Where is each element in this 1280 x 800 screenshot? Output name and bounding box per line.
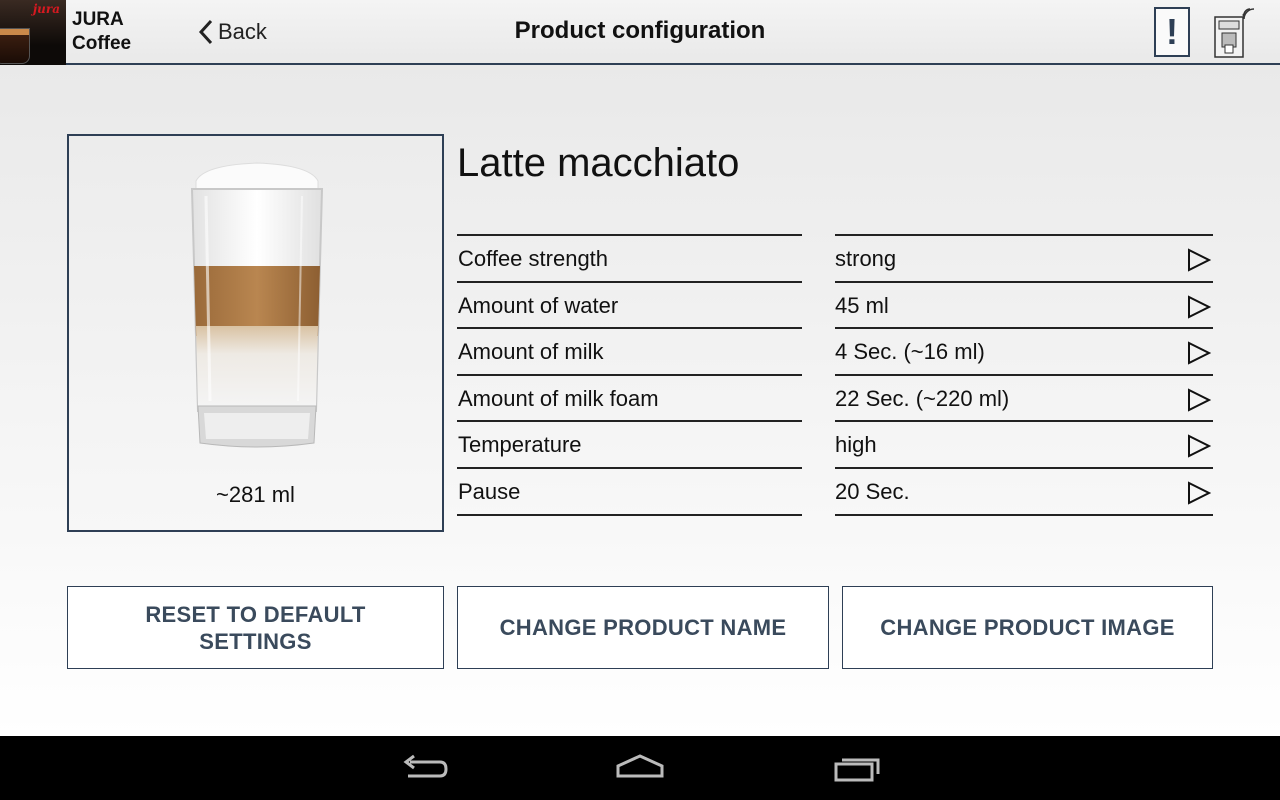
- coffee-machine-connection-button[interactable]: [1210, 5, 1258, 59]
- play-arrow-icon: [1188, 248, 1211, 272]
- setting-label: Coffee strength: [457, 234, 802, 281]
- reset-label-line1: RESET TO DEFAULT: [145, 601, 366, 627]
- alert-button[interactable]: !: [1154, 7, 1190, 57]
- exclamation-icon: !: [1166, 11, 1178, 52]
- play-arrow-icon: [1188, 388, 1211, 412]
- coffee-machine-wifi-icon: [1214, 8, 1255, 58]
- setting-value-selector[interactable]: 4 Sec. (~16 ml): [835, 327, 1213, 374]
- app-name: JURA Coffee: [72, 8, 131, 56]
- system-navigation-bar: [0, 736, 1280, 800]
- product-name: Latte macchiato: [457, 141, 740, 185]
- setting-label: Pause: [457, 466, 802, 514]
- play-arrow-icon: [1188, 294, 1211, 319]
- setting-value: 20 Sec.: [835, 478, 910, 504]
- setting-value: strong: [835, 246, 897, 271]
- setting-value: 45 ml: [835, 292, 889, 318]
- setting-row-temperature: Temperature high: [457, 420, 1213, 467]
- setting-label: Amount of milk foam: [457, 373, 802, 421]
- recent-apps-icon[interactable]: [832, 752, 884, 786]
- setting-value: high: [835, 432, 877, 458]
- setting-value-selector[interactable]: 20 Sec.: [835, 466, 1213, 514]
- reset-to-default-button[interactable]: RESET TO DEFAULT SETTINGS: [67, 586, 444, 669]
- chevron-left-icon: [198, 19, 213, 45]
- back-button[interactable]: Back: [198, 17, 267, 47]
- setting-row-pause: Pause 20 Sec.: [457, 466, 1213, 514]
- change-product-image-button[interactable]: CHANGE PRODUCT IMAGE: [842, 586, 1213, 669]
- setting-value: 22 Sec. (~220 ml): [835, 385, 1010, 411]
- settings-list: Coffee strength strong Amount of water 4…: [457, 234, 1213, 516]
- home-icon[interactable]: [614, 752, 666, 786]
- back-icon[interactable]: [400, 752, 448, 786]
- reset-label-line2: SETTINGS: [199, 628, 312, 654]
- app-header: jura JURA Coffee Back Product configurat…: [0, 0, 1280, 65]
- setting-value: 4 Sec. (~16 ml): [835, 339, 985, 365]
- setting-row-coffee-strength: Coffee strength strong: [457, 234, 1213, 281]
- setting-row-amount-of-milk: Amount of milk 4 Sec. (~16 ml): [457, 327, 1213, 374]
- setting-value-selector[interactable]: strong: [835, 234, 1213, 281]
- product-volume: ~281 ml: [216, 482, 295, 507]
- app-name-line2: Coffee: [72, 33, 132, 54]
- setting-row-amount-of-milk-foam: Amount of milk foam 22 Sec. (~220 ml): [457, 373, 1213, 421]
- back-label: Back: [218, 19, 267, 44]
- play-arrow-icon: [1188, 341, 1211, 365]
- setting-value-selector[interactable]: 45 ml: [835, 280, 1213, 328]
- setting-value-selector[interactable]: high: [835, 420, 1213, 467]
- brand-logo-text: jura: [32, 2, 60, 16]
- play-arrow-icon: [1188, 434, 1211, 458]
- main-content: ~281 ml Latte macchiato Coffee strength …: [0, 65, 1280, 736]
- jura-logo: jura: [0, 0, 66, 65]
- setting-row-amount-of-water: Amount of water 45 ml: [457, 280, 1213, 328]
- latte-macchiato-glass-icon: [190, 162, 324, 448]
- page-title: Product configuration: [514, 17, 766, 44]
- app-name-line1: JURA: [72, 9, 124, 30]
- coffee-cup-icon: [0, 28, 30, 64]
- play-arrow-icon: [1188, 481, 1211, 505]
- settings-bottom-divider: [457, 513, 1213, 516]
- change-product-name-button[interactable]: CHANGE PRODUCT NAME: [457, 586, 829, 669]
- product-image-panel: ~281 ml: [67, 134, 444, 532]
- setting-label: Amount of milk: [457, 327, 802, 374]
- setting-value-selector[interactable]: 22 Sec. (~220 ml): [835, 373, 1213, 421]
- setting-label: Amount of water: [457, 280, 802, 328]
- setting-label: Temperature: [457, 420, 802, 467]
